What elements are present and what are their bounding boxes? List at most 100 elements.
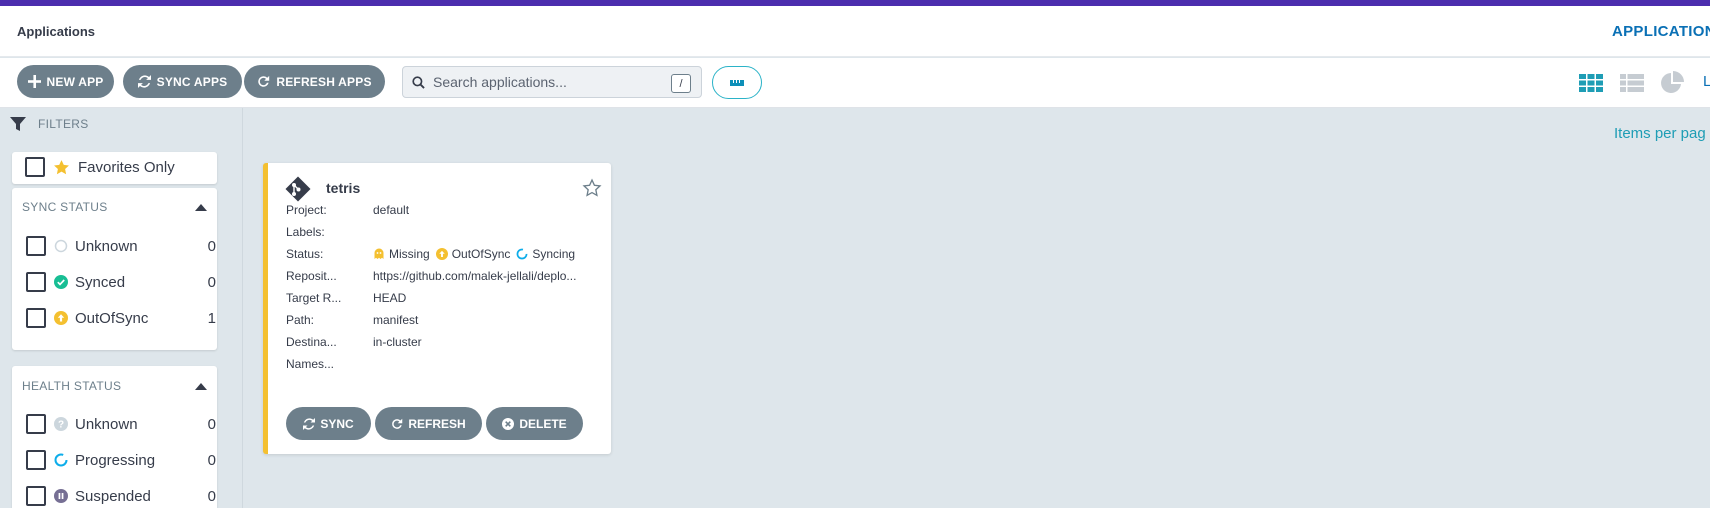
target-revision-row: Target R... HEAD <box>286 291 406 305</box>
app-name[interactable]: tetris <box>326 180 360 196</box>
filter-label: Synced <box>75 273 126 291</box>
delete-button-label: DELETE <box>519 416 567 431</box>
filters-header: FILTERS <box>10 116 89 132</box>
refresh-apps-button[interactable]: REFRESH APPS <box>244 65 385 98</box>
new-app-button[interactable]: NEW APP <box>17 65 114 98</box>
favorites-label: Favorites Only <box>78 158 175 176</box>
filter-toggle-button[interactable] <box>712 66 762 99</box>
field-label: Project: <box>286 203 327 217</box>
grid-icon[interactable] <box>1578 70 1604 96</box>
pause-circle-icon <box>54 489 68 503</box>
checkbox[interactable] <box>26 272 46 292</box>
favorite-star-icon[interactable] <box>582 178 602 198</box>
sync-status-title: SYNC STATUS <box>22 200 108 214</box>
sidebar-divider <box>242 108 243 508</box>
filter-row-sync-outofsync[interactable]: OutOfSync 1 <box>26 308 216 328</box>
check-circle-icon <box>54 275 68 289</box>
plus-icon <box>27 75 41 88</box>
filter-count: 0 <box>207 273 216 291</box>
sync-status-filter: SYNC STATUS Unknown 0 Synced 0 OutOfSync… <box>12 188 217 350</box>
ruler-icon <box>730 79 744 86</box>
items-per-page-label[interactable]: Items per pag <box>1614 125 1706 142</box>
operation-status-text: Syncing <box>532 247 576 261</box>
sync-icon <box>303 417 316 430</box>
filter-label: OutOfSync <box>75 309 149 327</box>
namespace-row: Names... <box>286 357 373 371</box>
refresh-icon <box>392 418 403 429</box>
favorites-checkbox[interactable] <box>25 157 45 177</box>
checkbox[interactable] <box>26 486 46 506</box>
search-box: / <box>402 66 702 98</box>
project-value: default <box>373 203 410 217</box>
refresh-icon <box>258 75 270 87</box>
field-label: Labels: <box>286 225 325 239</box>
checkbox[interactable] <box>26 236 46 256</box>
health-status-title: HEALTH STATUS <box>22 379 122 393</box>
sync-apps-label: SYNC APPS <box>156 74 228 89</box>
circle-outline-icon <box>54 239 68 253</box>
filter-icon <box>10 117 26 131</box>
health-status-filter: HEALTH STATUS ? Unknown 0 Progressing 0 … <box>12 366 217 508</box>
filter-label: Unknown <box>75 415 138 433</box>
arrow-up-circle-icon <box>54 311 68 325</box>
new-app-label: NEW APP <box>46 74 104 89</box>
git-icon <box>285 176 311 202</box>
filter-label: Suspended <box>75 487 151 505</box>
checkbox[interactable] <box>26 308 46 328</box>
filter-label: Progressing <box>75 451 156 469</box>
filter-row-health-unknown[interactable]: ? Unknown 0 <box>26 414 216 434</box>
delete-button[interactable]: DELETE <box>486 407 583 440</box>
labels-row: Labels: <box>286 225 373 239</box>
arrow-up-circle-icon <box>435 248 448 260</box>
page-title: Applications <box>17 24 96 39</box>
status-row: Status: Missing OutOfSync Syncing <box>286 247 575 261</box>
sync-button[interactable]: SYNC <box>286 407 371 440</box>
applications-breadcrumb[interactable]: APPLICATIONS <box>1612 23 1710 40</box>
progress-circle-icon <box>54 453 68 467</box>
filter-count: 0 <box>207 415 216 433</box>
collapse-health-status-icon[interactable] <box>195 383 207 390</box>
search-input[interactable] <box>433 71 663 93</box>
sync-status-text: OutOfSync <box>451 247 511 261</box>
project-row: Project: default <box>286 203 409 217</box>
filters-label: FILTERS <box>38 117 89 131</box>
repository-value: https://github.com/malek-jellali/deplo..… <box>373 269 577 283</box>
filter-count: 1 <box>207 309 216 327</box>
star-icon <box>54 159 69 174</box>
refresh-button[interactable]: REFRESH <box>375 407 482 440</box>
checkbox[interactable] <box>26 414 46 434</box>
field-label: Destina... <box>286 335 337 349</box>
status-value: Missing OutOfSync Syncing <box>373 247 575 261</box>
sync-button-label: SYNC <box>320 416 354 431</box>
target-revision-value: HEAD <box>373 291 407 305</box>
app-card[interactable]: tetris Project: default Labels: Status: … <box>263 163 611 454</box>
filter-row-health-progressing[interactable]: Progressing 0 <box>26 450 216 470</box>
collapse-sync-status-icon[interactable] <box>195 204 207 211</box>
page-header: Applications APPLICATIONS <box>0 6 1710 57</box>
view-label-partial[interactable]: L <box>1703 73 1710 90</box>
filter-row-sync-synced[interactable]: Synced 0 <box>26 272 216 292</box>
search-icon <box>412 76 425 89</box>
filter-row-sync-unknown[interactable]: Unknown 0 <box>26 236 216 256</box>
field-label: Target R... <box>286 291 342 305</box>
path-row: Path: manifest <box>286 313 418 327</box>
sync-icon <box>137 75 151 88</box>
repository-row: Reposit... https://github.com/malek-jell… <box>286 269 576 283</box>
ghost-icon <box>374 248 384 259</box>
filter-row-health-suspended[interactable]: Suspended 0 <box>26 486 216 506</box>
field-label: Names... <box>286 357 335 371</box>
field-label: Status: <box>286 247 324 261</box>
field-label: Reposit... <box>286 269 337 283</box>
list-icon[interactable] <box>1619 70 1645 96</box>
toolbar: NEW APP SYNC APPS REFRESH APPS / L <box>0 58 1710 108</box>
question-circle-icon: ? <box>54 417 68 431</box>
pie-chart-icon[interactable] <box>1659 70 1685 96</box>
progress-circle-icon <box>516 248 528 260</box>
filter-count: 0 <box>207 237 216 255</box>
filter-label: Unknown <box>75 237 138 255</box>
sync-apps-button[interactable]: SYNC APPS <box>123 65 242 98</box>
filter-count: 0 <box>207 451 216 469</box>
health-status-text: Missing <box>389 247 430 261</box>
checkbox[interactable] <box>26 450 46 470</box>
favorites-filter: Favorites Only <box>12 152 217 184</box>
